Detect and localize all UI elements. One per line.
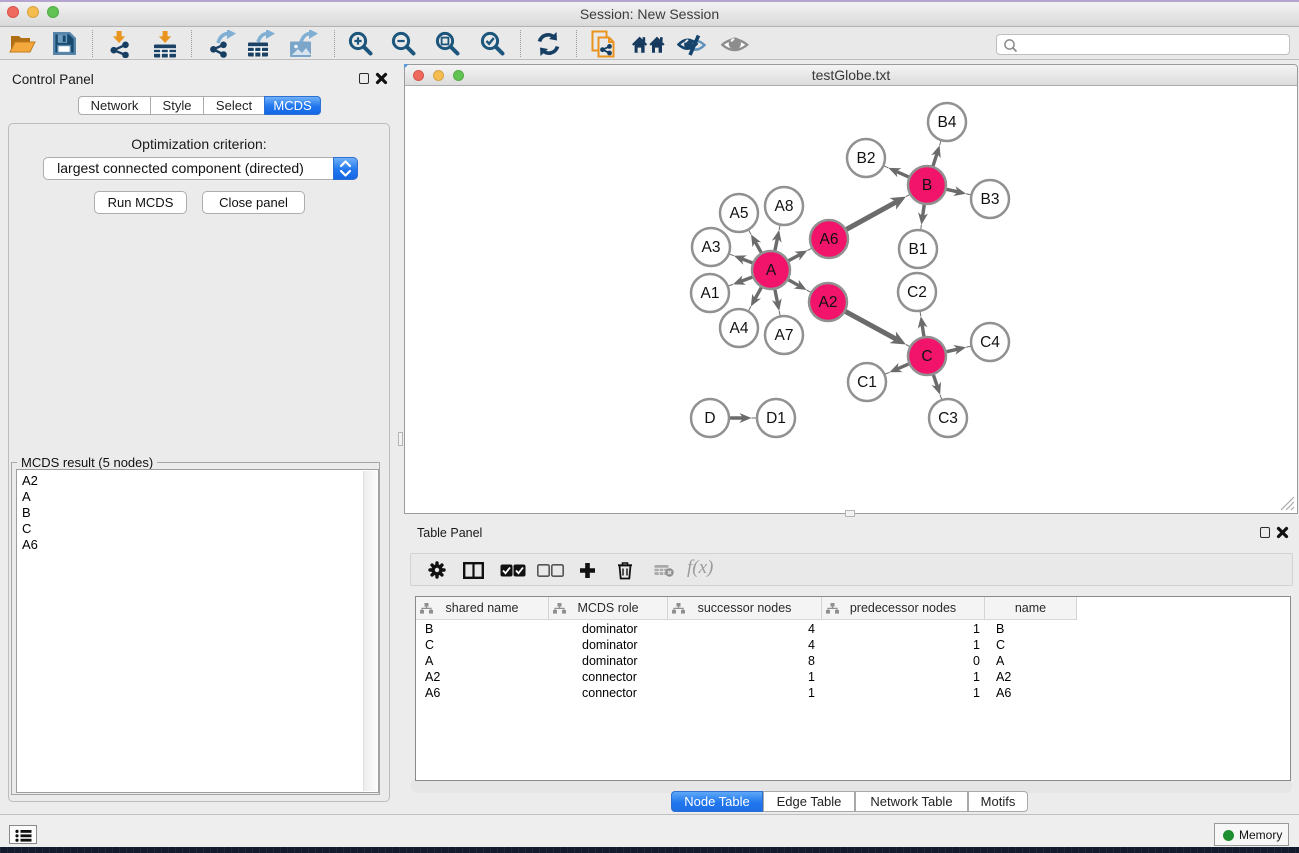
svg-text:C3: C3 <box>938 410 958 427</box>
svg-text:A: A <box>766 262 777 279</box>
svg-text:C4: C4 <box>980 334 1000 351</box>
svg-text:A8: A8 <box>775 198 794 215</box>
svg-text:C2: C2 <box>907 284 927 301</box>
svg-text:D: D <box>704 410 715 427</box>
svg-text:C1: C1 <box>857 374 877 391</box>
svg-text:B2: B2 <box>857 150 876 167</box>
svg-text:A4: A4 <box>730 320 749 337</box>
svg-text:B1: B1 <box>909 241 928 258</box>
svg-text:C: C <box>921 348 932 365</box>
svg-text:A5: A5 <box>730 205 749 222</box>
svg-text:A2: A2 <box>819 294 838 311</box>
svg-text:B: B <box>922 177 932 194</box>
svg-text:B4: B4 <box>938 114 957 131</box>
svg-text:A7: A7 <box>775 327 794 344</box>
svg-text:A6: A6 <box>820 231 839 248</box>
svg-text:B3: B3 <box>981 191 1000 208</box>
svg-text:D1: D1 <box>766 410 786 427</box>
svg-text:A3: A3 <box>702 239 721 256</box>
svg-text:A1: A1 <box>701 285 720 302</box>
